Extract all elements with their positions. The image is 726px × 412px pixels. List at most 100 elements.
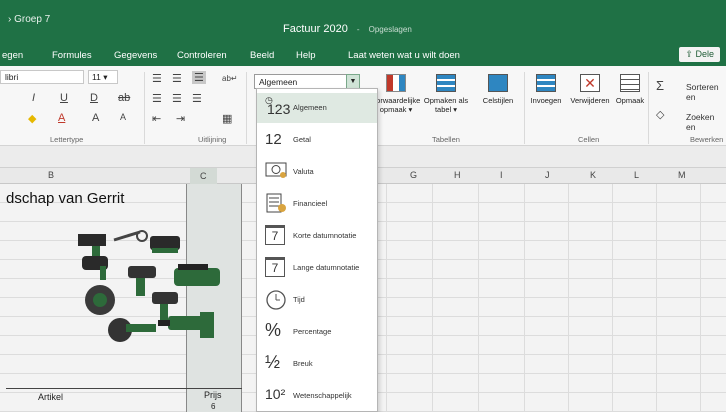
format-option-getal[interactable]: 12 Getal [257, 125, 377, 155]
chevron-down-icon[interactable]: ▼ [346, 74, 360, 89]
format-cells-label: Opmaak [615, 96, 645, 105]
conditional-formatting-button[interactable]: oorwaardelijke opmaak ▾ [372, 74, 420, 114]
column-header-m[interactable]: M [678, 170, 686, 180]
cell-styles-button[interactable]: Celstijlen [474, 74, 522, 105]
title-bar: › Groep 7 Factuur 2020 - Opgeslagen [0, 0, 726, 44]
header-artikel[interactable]: Artikel [38, 392, 63, 402]
wrap-text-icon[interactable]: ab↵ [222, 74, 238, 83]
format-option-label: Valuta [293, 167, 314, 176]
format-option-korte-datum[interactable]: 7 Korte datumnotatie [257, 221, 377, 251]
delete-cells-label: Verwijderen [570, 96, 610, 105]
general-format-icon: ◷ 123 [265, 95, 291, 119]
share-label: Dele [695, 49, 714, 59]
find-select-button[interactable]: Zoeken en [686, 112, 726, 132]
tools-image[interactable] [70, 226, 240, 351]
format-as-table-button[interactable]: Opmaken als tabel ▾ [422, 74, 470, 114]
font-name-box[interactable]: libri [0, 70, 84, 84]
format-option-lange-datum[interactable]: 7 Lange datumnotatie [257, 253, 377, 283]
format-cells-button[interactable]: Opmaak [606, 74, 654, 105]
group-label-tabellen: Tabellen [432, 135, 460, 144]
column-header-b[interactable]: B [48, 170, 54, 180]
strikethrough-button[interactable]: ab [118, 92, 130, 104]
decrease-indent-icon[interactable]: ⇤ [152, 112, 161, 125]
accounting-format-icon [265, 193, 289, 215]
underline-button[interactable]: U [60, 92, 68, 104]
increase-indent-icon[interactable]: ⇥ [176, 112, 185, 125]
share-button[interactable]: ⇪ Dele [679, 47, 720, 62]
header-prijs[interactable]: Prijs [204, 390, 222, 400]
group-label-cellen: Cellen [578, 135, 600, 144]
format-option-label: Financieel [293, 199, 328, 208]
general-format-icon-text: 123 [267, 101, 291, 117]
format-option-algemeen[interactable]: ◷ 123 Algemeen [257, 93, 377, 123]
ribbon-tabs: egen Formules Gegevens Controleren Beeld… [0, 44, 726, 66]
align-left-icon[interactable]: ☰ [152, 92, 162, 105]
format-option-label: Korte datumnotatie [293, 231, 357, 240]
separator: - [356, 25, 360, 34]
sort-filter-button[interactable]: Sorteren en [686, 82, 726, 102]
format-option-wetenschappelijk[interactable]: 10² Wetenschappelijk [257, 381, 377, 411]
divider [648, 72, 649, 144]
column-header-c[interactable]: C [190, 168, 217, 184]
align-top-icon[interactable]: ☰ [152, 72, 162, 85]
align-center-icon[interactable]: ☰ [172, 92, 182, 105]
column-header-h[interactable]: H [454, 170, 461, 180]
window-title: Factuur 2020 - Opgeslagen [283, 23, 412, 35]
italic-button[interactable]: I [32, 92, 35, 104]
tab-help[interactable]: Help [296, 50, 316, 61]
column-header-k[interactable]: K [590, 170, 596, 180]
fill-color-icon[interactable]: ◆ [28, 112, 36, 125]
format-option-label: Algemeen [293, 103, 327, 112]
format-option-tijd[interactable]: Tijd [257, 285, 377, 315]
font-size-value: 11 [92, 72, 101, 82]
insert-cells-button[interactable]: Invoegen [522, 74, 570, 105]
breadcrumb-group[interactable]: › Groep 7 [8, 14, 50, 25]
align-middle-icon[interactable]: ☰ [172, 72, 182, 85]
miter-saw-icon [113, 230, 148, 242]
number-format-dropdown: ◷ 123 Algemeen 12 Getal Valuta Financiee… [256, 88, 378, 412]
tab-controleren[interactable]: Controleren [177, 50, 227, 61]
grow-font-button[interactable]: A [92, 112, 99, 124]
column-header-j[interactable]: J [545, 170, 550, 180]
group-label-uitlijning: Uitlijning [198, 135, 227, 144]
angle-grinder-icon [108, 318, 156, 342]
autosum-icon[interactable]: Σ [656, 78, 664, 93]
format-option-breuk[interactable]: ½ Breuk [257, 349, 377, 379]
number-format-box[interactable]: Algemeen [254, 74, 356, 89]
format-option-financieel[interactable]: Financieel [257, 189, 377, 219]
save-status: Opgeslagen [368, 25, 412, 34]
format-option-label: Tijd [293, 295, 305, 304]
grid-line [432, 184, 433, 412]
format-option-label: Getal [293, 135, 311, 144]
price-cell[interactable]: 6 [211, 402, 215, 411]
merge-cells-icon[interactable]: ▦ [222, 112, 232, 125]
tab-invoegen[interactable]: egen [2, 50, 23, 61]
align-bottom-icon[interactable]: ☰ [192, 71, 206, 84]
insert-cells-icon [536, 74, 556, 92]
format-option-valuta[interactable]: Valuta [257, 157, 377, 187]
column-header-g[interactable]: G [410, 170, 417, 180]
tab-formules[interactable]: Formules [52, 50, 92, 61]
font-color-button[interactable]: A [58, 112, 65, 124]
share-icon: ⇪ [685, 49, 696, 59]
align-right-icon[interactable]: ☰ [192, 92, 202, 105]
impact-driver-icon [152, 292, 178, 320]
font-size-box[interactable]: 11 ▾ [88, 70, 118, 84]
currency-format-icon [265, 161, 289, 183]
conditional-formatting-label: oorwaardelijke opmaak ▾ [372, 96, 421, 114]
shrink-font-button[interactable]: A [120, 112, 126, 122]
fraction-icon: ½ [265, 352, 281, 372]
tab-gegevens[interactable]: Gegevens [114, 50, 157, 61]
column-header-i[interactable]: I [500, 170, 503, 180]
group-label-bewerken: Bewerken [690, 135, 724, 144]
double-underline-button[interactable]: D [90, 92, 98, 104]
column-header-l[interactable]: L [634, 170, 639, 180]
circular-saw-icon [85, 285, 115, 315]
short-date-icon-text: 7 [265, 225, 285, 245]
tab-beeld[interactable]: Beeld [250, 50, 274, 61]
clear-eraser-icon[interactable]: ◇ [656, 108, 664, 121]
insert-cells-label: Invoegen [530, 96, 562, 105]
sheet-title-cell[interactable]: dschap van Gerrit [6, 190, 124, 207]
format-option-percentage[interactable]: % Percentage [257, 317, 377, 347]
tell-me-search[interactable]: Laat weten wat u wilt doen [348, 50, 460, 61]
